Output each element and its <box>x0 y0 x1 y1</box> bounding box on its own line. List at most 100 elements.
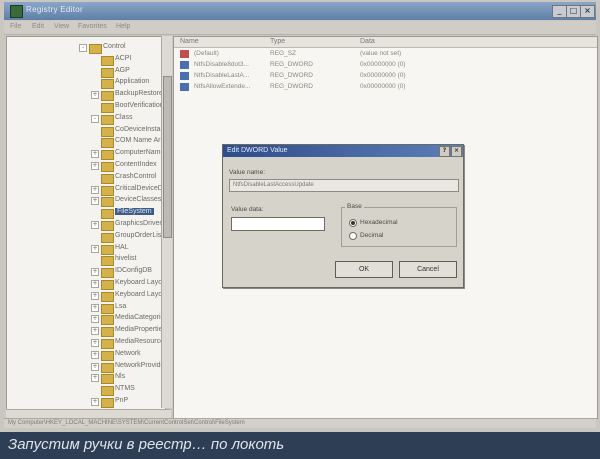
tree-item[interactable]: BootVerification <box>91 101 165 113</box>
tree-item[interactable]: + MediaProperties <box>91 325 165 338</box>
expand-icon[interactable]: + <box>91 244 99 253</box>
folder-icon <box>101 55 114 66</box>
value-data: (value not set) <box>360 50 402 57</box>
hexadecimal-label[interactable]: Hexadecimal <box>360 219 398 226</box>
expand-icon[interactable]: + <box>91 362 99 371</box>
expand-icon[interactable]: + <box>91 280 99 288</box>
tree-item[interactable]: hivelist <box>91 254 165 267</box>
tree-item[interactable]: NTMS <box>91 384 165 397</box>
tree-item-label: Keyboard Layout <box>115 279 166 286</box>
menu-help[interactable]: Help <box>116 23 130 30</box>
status-path: My Computer\HKEY_LOCAL_MACHINE\SYSTEM\Cu… <box>8 420 245 426</box>
column-name-header[interactable]: Name <box>180 38 199 45</box>
dialog-help-button[interactable]: ? <box>439 146 450 157</box>
expand-icon[interactable]: + <box>91 150 99 159</box>
tree-scroll-thumb[interactable] <box>163 76 172 238</box>
cancel-button[interactable]: Cancel <box>399 261 457 278</box>
menu-favorites[interactable]: Favorites <box>78 23 107 30</box>
folder-icon <box>101 162 114 172</box>
expand-icon[interactable]: + <box>91 162 99 170</box>
collapse-icon[interactable]: - <box>79 44 87 52</box>
folder-icon <box>101 398 114 408</box>
tree-item[interactable]: + ContentIndex <box>91 160 165 172</box>
tree-item[interactable]: + ComputerName <box>91 148 165 161</box>
expand-icon[interactable]: + <box>91 291 99 300</box>
expand-icon[interactable]: + <box>91 303 99 312</box>
tree-item-label: Control <box>103 43 126 50</box>
list-header: Name Type Data <box>174 37 597 48</box>
value-type: REG_DWORD <box>270 61 313 68</box>
registry-app-icon <box>10 5 23 18</box>
tree-item[interactable]: CoDeviceInstallers <box>91 125 165 137</box>
expand-icon[interactable]: + <box>91 221 99 229</box>
tree-item[interactable]: + Lsa <box>91 302 165 314</box>
tree-item[interactable]: + HAL <box>91 243 165 255</box>
collapse-icon[interactable]: - <box>91 114 99 123</box>
expand-icon[interactable]: + <box>91 197 99 206</box>
tree-item[interactable]: FileSystem <box>91 207 165 220</box>
tree-item[interactable]: + Keyboard Layouts <box>91 290 165 302</box>
tree-item[interactable]: + NetworkProvider <box>91 361 165 373</box>
value-row[interactable]: (Default) REG_SZ (value not set) <box>174 49 597 59</box>
expand-icon[interactable]: + <box>91 327 99 336</box>
value-row[interactable]: NtfsDisable8dot3... REG_DWORD 0x00000000 (… <box>174 60 597 70</box>
tree-item[interactable]: + Keyboard Layout <box>91 278 166 290</box>
tree-item[interactable]: AGP <box>91 66 165 78</box>
tree-item-label: HAL <box>115 243 129 251</box>
menu-view[interactable]: View <box>54 23 69 30</box>
tree-item[interactable]: + Network <box>91 349 165 361</box>
folder-icon <box>101 339 114 349</box>
tree-item[interactable]: - Control <box>79 42 165 54</box>
tree-item[interactable]: + PnP <box>91 396 165 408</box>
expand-icon[interactable]: + <box>91 91 99 100</box>
tree-item[interactable]: + BackupRestore <box>91 89 165 102</box>
expand-icon[interactable]: + <box>91 268 99 277</box>
value-name: NtfsAllowExtende... <box>194 83 251 90</box>
column-type-header[interactable]: Type <box>270 38 285 45</box>
folder-icon <box>101 303 114 314</box>
expand-icon[interactable]: + <box>91 374 99 383</box>
maximize-button[interactable]: □ <box>566 5 581 18</box>
tree-item[interactable]: - Class <box>91 113 165 125</box>
expand-icon[interactable]: + <box>91 398 99 406</box>
tree-item[interactable]: + GraphicsDrivers <box>91 219 165 231</box>
value-row[interactable]: NtfsAllowExtende... REG_DWORD 0x00000000 (… <box>174 82 597 92</box>
close-button[interactable]: × <box>580 5 595 18</box>
tree-item[interactable]: + IDConfigDB <box>91 266 165 279</box>
expand-icon[interactable]: + <box>91 350 99 359</box>
expand-icon[interactable]: + <box>91 315 99 324</box>
ok-button[interactable]: OK <box>335 261 393 278</box>
tree-item-label: Class <box>115 113 133 121</box>
tree-item[interactable]: + Nls <box>91 372 165 385</box>
value-data-input[interactable] <box>231 217 325 231</box>
minimize-button[interactable]: _ <box>552 5 567 18</box>
expand-icon[interactable]: + <box>91 339 99 347</box>
tree-item[interactable]: COM Name Arbiter <box>91 136 165 149</box>
value-row[interactable]: NtfsDisableLastA... REG_DWORD 0x00000000 (… <box>174 71 597 81</box>
folder-icon <box>101 256 114 267</box>
column-data-header[interactable]: Data <box>360 38 375 45</box>
dialog-title-bar[interactable]: Edit DWORD Value ? × <box>223 145 463 157</box>
decimal-radio[interactable] <box>349 232 357 240</box>
tree-item-label: CoDeviceInstallers <box>115 125 165 133</box>
dialog-close-button[interactable]: × <box>451 146 462 157</box>
tree-item[interactable]: + MediaResources <box>91 337 165 349</box>
tree-item[interactable]: + MediaCategories <box>91 313 165 326</box>
decimal-label[interactable]: Decimal <box>360 232 383 239</box>
menu-edit[interactable]: Edit <box>32 23 44 30</box>
hexadecimal-radio[interactable] <box>349 219 357 227</box>
registry-tree[interactable]: - Control ACPI AGP Application + BackupRestore… <box>6 36 166 410</box>
tree-horizontal-scrollbar[interactable] <box>6 409 171 418</box>
caption-text: Запустим ручки в реестр… по локоть <box>8 436 285 453</box>
title-bar[interactable]: Registry Editor _ □ × <box>4 2 596 20</box>
tree-item[interactable]: CrashControl <box>91 172 165 184</box>
tree-item[interactable]: + DeviceClasses <box>91 195 165 208</box>
tree-item[interactable]: GroupOrderList <box>91 231 165 243</box>
menu-file[interactable]: File <box>10 23 21 30</box>
tree-item[interactable]: + CriticalDeviceDatabase <box>91 184 165 196</box>
tree-item[interactable]: ACPI <box>91 54 165 66</box>
folder-icon <box>101 327 114 338</box>
tree-item[interactable]: Application <box>91 77 165 90</box>
tree-vertical-scrollbar[interactable] <box>161 36 172 408</box>
expand-icon[interactable]: + <box>91 185 99 194</box>
